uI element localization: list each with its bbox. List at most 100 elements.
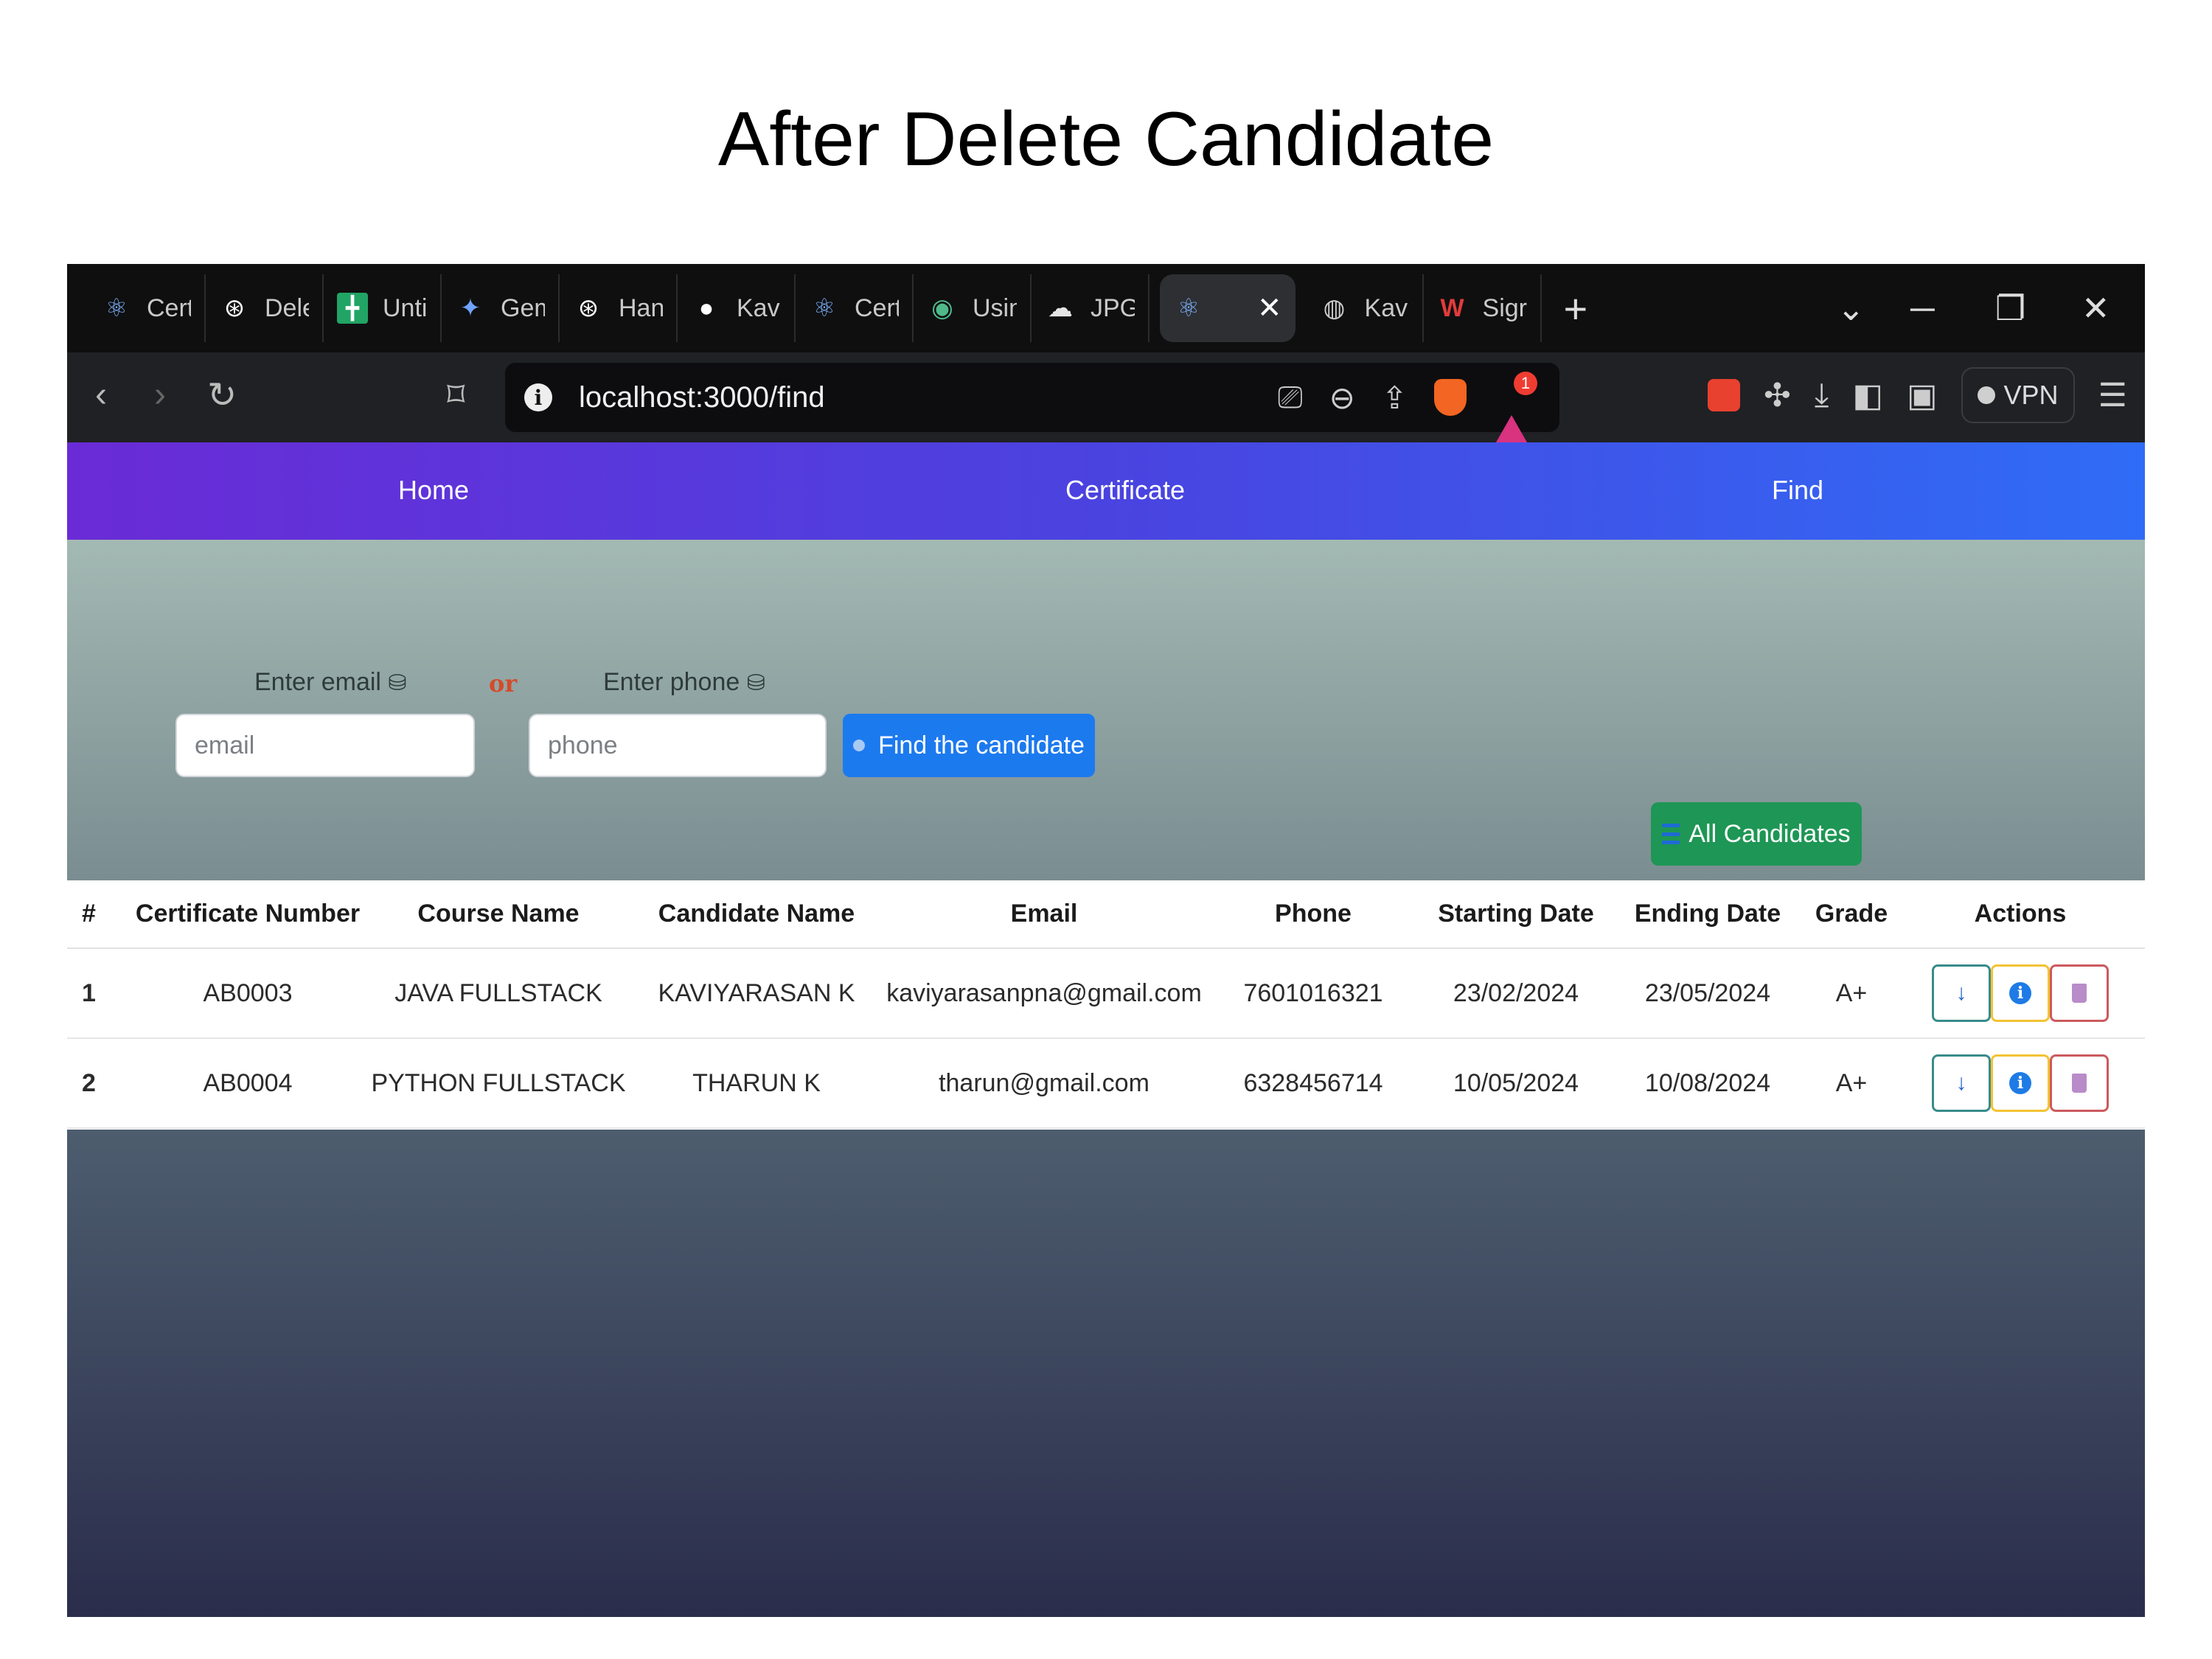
phone-input[interactable]: [529, 714, 827, 777]
header-certificate-number: Certificate Number: [126, 880, 369, 949]
header-candidate-name: Candidate Name: [627, 880, 886, 949]
close-window-icon[interactable]: ✕: [2081, 264, 2110, 352]
row-actions: ↓ i: [1896, 948, 2145, 1039]
email-label: Enter email ⛁: [254, 668, 407, 696]
candidate-name: KAVIYARASAN K: [627, 948, 886, 1039]
share-icon[interactable]: ⇪: [1382, 380, 1408, 416]
vpn-status-icon: [1977, 386, 1995, 404]
header-actions: Actions: [1896, 880, 2145, 949]
candidate-email: kaviyarasanpna@gmail.com: [886, 948, 1203, 1039]
header-phone: Phone: [1203, 880, 1424, 949]
puzzle-icon[interactable]: ✣: [1764, 377, 1791, 414]
download-button[interactable]: ↓: [1932, 1054, 1991, 1112]
tab-11[interactable]: ◍ Kavi: [1306, 274, 1424, 342]
tab-2[interactable]: ⊛Dele: [206, 274, 324, 342]
nav-certificate[interactable]: Certificate: [1065, 475, 1185, 506]
browser-screenshot: ⚛Cert ⊛Dele ╋Unti ✦Gem ⊛Han ●Kavi ⚛Cert …: [67, 264, 2145, 1617]
reload-icon[interactable]: ↻: [207, 375, 237, 416]
tab-7[interactable]: ⚛ Cert: [796, 274, 914, 342]
chatgpt-icon: ⊛: [223, 294, 246, 322]
cloud-icon: ☁: [1048, 294, 1073, 322]
all-candidates-button[interactable]: All Candidates: [1651, 802, 1862, 866]
tab-5[interactable]: ⊛ Han: [560, 274, 678, 342]
tab-6[interactable]: ● Kavi: [678, 274, 796, 342]
download-button[interactable]: ↓: [1932, 964, 1991, 1022]
brave-rewards-icon[interactable]: 1: [1493, 372, 1537, 448]
info-button[interactable]: i: [1991, 964, 2050, 1022]
react-icon: ⚛: [1177, 294, 1200, 322]
gemini-icon: ✦: [459, 294, 481, 322]
find-candidate-button[interactable]: Find the candidate: [843, 714, 1095, 777]
forward-icon[interactable]: ›: [154, 375, 166, 415]
tab-8[interactable]: ◉ Usin: [914, 274, 1032, 342]
course-name: JAVA FULLSTACK: [369, 948, 627, 1039]
extension-icon[interactable]: [1708, 379, 1741, 411]
email-input[interactable]: [175, 714, 475, 777]
react-icon: ⚛: [105, 294, 128, 322]
starting-date: 10/05/2024: [1424, 1038, 1608, 1129]
certificate-number: AB0003: [126, 948, 369, 1039]
back-icon[interactable]: ‹: [95, 375, 107, 415]
list-icon: [1662, 824, 1680, 844]
row-index: 1: [67, 948, 126, 1039]
restore-icon[interactable]: ❐: [1995, 264, 2025, 352]
zoom-out-icon[interactable]: ⊖: [1329, 380, 1355, 416]
github-icon: ●: [698, 293, 714, 322]
tab-1[interactable]: ⚛ Cert: [88, 274, 206, 342]
database-icon: ⛁: [388, 671, 407, 695]
info-button[interactable]: i: [1991, 1054, 2050, 1112]
delete-button[interactable]: [2050, 1054, 2109, 1112]
minimize-icon[interactable]: ─: [1910, 264, 1935, 352]
database-icon: ⛁: [746, 671, 765, 695]
sheets-icon: ╋: [337, 293, 368, 324]
starting-date: 23/02/2024: [1424, 948, 1608, 1039]
header-course-name: Course Name: [369, 880, 627, 949]
table-header-row: # Certificate Number Course Name Candida…: [67, 880, 2145, 949]
nav-find[interactable]: Find: [1772, 475, 1823, 506]
table-row: 1 AB0003 JAVA FULLSTACK KAVIYARASAN K ka…: [67, 948, 2145, 1039]
tab-4[interactable]: ✦ Gem: [442, 274, 560, 342]
trash-icon: [2052, 967, 2107, 1020]
header-index: #: [67, 880, 126, 949]
tab-3[interactable]: ╋ Unti: [324, 274, 442, 342]
tab-12[interactable]: W Sigr: [1424, 274, 1542, 342]
trash-icon: [2052, 1057, 2107, 1110]
tab-active[interactable]: ⚛ ✕: [1160, 274, 1295, 342]
sidebar-icon[interactable]: ◧: [1852, 377, 1883, 414]
delete-button[interactable]: [2050, 964, 2109, 1022]
url-text[interactable]: localhost:3000/find: [579, 381, 825, 414]
bookmark-icon[interactable]: ⌑: [447, 375, 465, 416]
download-icon: ↓: [1955, 1071, 1967, 1095]
shield-icon: ◉: [931, 294, 953, 322]
info-icon: i: [1993, 1057, 2048, 1110]
header-starting-date: Starting Date: [1424, 880, 1608, 949]
chevron-down-icon[interactable]: ⌄: [1837, 264, 1865, 352]
download-icon: ↓: [1955, 981, 1967, 1005]
url-bar[interactable]: i localhost:3000/find ⎚ ⊖ ⇪ 1: [505, 363, 1559, 448]
react-icon: ⚛: [813, 294, 836, 322]
close-tab-icon[interactable]: ✕: [1257, 291, 1282, 325]
header-ending-date: Ending Date: [1608, 880, 1807, 949]
brave-shield-icon[interactable]: [1434, 379, 1467, 416]
download-icon[interactable]: ⤓: [1815, 377, 1829, 414]
table-row: 2 AB0004 PYTHON FULLSTACK THARUN K tharu…: [67, 1038, 2145, 1129]
wallet-icon[interactable]: ▣: [1907, 377, 1938, 414]
tab-bar: ⚛Cert ⊛Dele ╋Unti ✦Gem ⊛Han ●Kavi ⚛Cert …: [67, 264, 2145, 352]
site-info-icon[interactable]: i: [524, 383, 552, 411]
header-grade: Grade: [1807, 880, 1896, 949]
new-tab-button[interactable]: +: [1564, 285, 1588, 333]
menu-icon[interactable]: ☰: [2098, 377, 2127, 414]
vpn-button[interactable]: VPN: [1961, 367, 2075, 423]
cast-icon[interactable]: ⎚: [1278, 380, 1303, 416]
certificate-number: AB0004: [126, 1038, 369, 1129]
candidates-table-area: # Certificate Number Course Name Candida…: [67, 880, 2145, 1130]
address-bar-row: ‹ › ↻ ⌑ i localhost:3000/find ⎚ ⊖ ⇪ 1 ✣ …: [67, 352, 2145, 448]
grade: A+: [1807, 1038, 1896, 1129]
nav-home[interactable]: Home: [398, 475, 469, 506]
globe-icon: ◍: [1323, 294, 1346, 322]
search-icon: [853, 740, 866, 751]
or-label: or: [489, 669, 518, 698]
candidate-email: tharun@gmail.com: [886, 1038, 1203, 1129]
row-actions: ↓ i: [1896, 1038, 2145, 1129]
tab-9[interactable]: ☁ JPG: [1032, 274, 1150, 342]
